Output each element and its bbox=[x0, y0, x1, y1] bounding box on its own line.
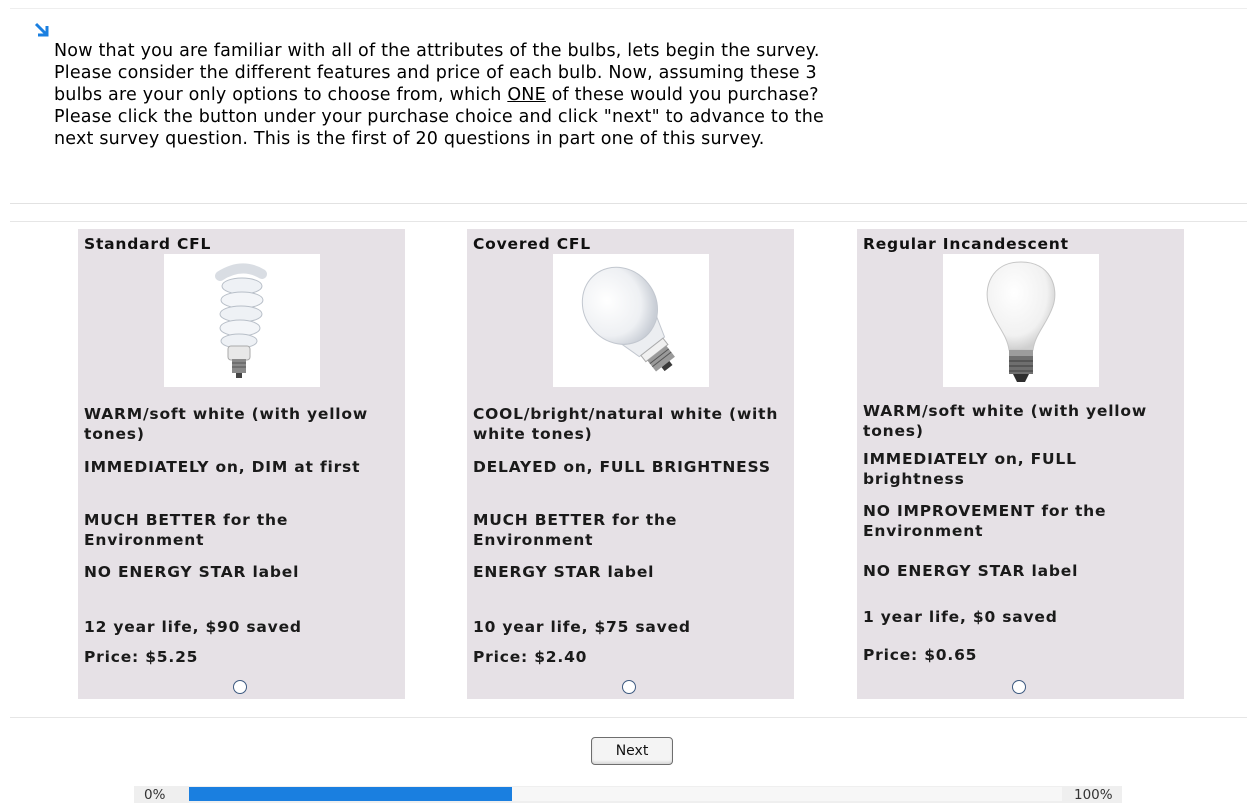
attribute-price: Price: $2.40 bbox=[473, 648, 588, 666]
option-card-regular-incandescent: Regular Incandescent WARM/soft white (wi… bbox=[857, 229, 1184, 699]
question-line-5: next survey question. This is the first … bbox=[54, 129, 765, 149]
attribute-energy-star: NO ENERGY STAR label bbox=[84, 563, 300, 581]
attribute-startup: IMMEDIATELY on, FULL brightness bbox=[863, 450, 1077, 488]
incandescent-bulb-icon bbox=[986, 261, 1056, 382]
covered-cfl-bulb-image bbox=[553, 254, 709, 387]
progress-end-label: 100% bbox=[1074, 787, 1113, 803]
option-card-covered-cfl: Covered CFL COOL/bright/natural white (w… bbox=[467, 229, 794, 699]
question-line-3: bulbs are your only options to choose fr… bbox=[54, 84, 1234, 106]
spiral-cfl-bulb-icon bbox=[215, 263, 267, 378]
attribute-startup: IMMEDIATELY on, DIM at first bbox=[84, 458, 361, 476]
covered-cfl-bulb-icon bbox=[581, 266, 675, 372]
question-line-3-end: of these would you purchase? bbox=[545, 85, 819, 105]
attribute-color: WARM/soft white (with yellow tones) bbox=[84, 405, 368, 443]
down-right-arrow-icon bbox=[34, 22, 49, 37]
incandescent-bulb-image bbox=[943, 254, 1099, 387]
emphasis-one: ONE bbox=[507, 85, 546, 105]
divider bbox=[10, 221, 1247, 222]
select-covered-cfl-radio[interactable] bbox=[622, 680, 636, 694]
select-standard-cfl-radio[interactable] bbox=[233, 680, 247, 694]
attribute-environment: NO IMPROVEMENT for the Environment bbox=[863, 502, 1107, 540]
select-regular-incandescent-radio[interactable] bbox=[1012, 680, 1026, 694]
attribute-life: 10 year life, $75 saved bbox=[473, 618, 691, 636]
attribute-price: Price: $0.65 bbox=[863, 646, 978, 664]
next-button[interactable]: Next bbox=[591, 737, 673, 765]
question-line-2: Please consider the different features a… bbox=[54, 63, 817, 83]
attribute-color: WARM/soft white (with yellow tones) bbox=[863, 402, 1147, 440]
spiral-cfl-bulb-image bbox=[164, 254, 320, 387]
attribute-environment: MUCH BETTER for the Environment bbox=[473, 511, 678, 549]
attribute-environment: MUCH BETTER for the Environment bbox=[84, 511, 289, 549]
attribute-color: COOL/bright/natural white (with white to… bbox=[473, 405, 779, 443]
attribute-startup: DELAYED on, FULL BRIGHTNESS bbox=[473, 458, 771, 476]
progress-bar: 0% 100% bbox=[134, 786, 1122, 803]
progress-fill bbox=[189, 787, 512, 801]
option-title: Standard CFL bbox=[84, 235, 212, 253]
attribute-energy-star: ENERGY STAR label bbox=[473, 563, 655, 581]
progress-track bbox=[189, 787, 1062, 801]
divider bbox=[10, 717, 1247, 718]
attribute-energy-star: NO ENERGY STAR label bbox=[863, 562, 1079, 580]
option-title: Covered CFL bbox=[473, 235, 591, 253]
question-line-4: Please click the button under your purch… bbox=[54, 107, 824, 127]
attribute-price: Price: $5.25 bbox=[84, 648, 199, 666]
question-line-3-start: bulbs are your only options to choose fr… bbox=[54, 85, 508, 105]
question-text: Now that you are familiar with all of th… bbox=[54, 40, 1234, 150]
option-card-standard-cfl: Standard CFL WARM/soft white (with yello… bbox=[78, 229, 405, 699]
option-title: Regular Incandescent bbox=[863, 235, 1069, 253]
progress-start-label: 0% bbox=[144, 787, 166, 803]
attribute-life: 1 year life, $0 saved bbox=[863, 608, 1058, 626]
question-line-1: Now that you are familiar with all of th… bbox=[54, 41, 820, 61]
attribute-life: 12 year life, $90 saved bbox=[84, 618, 302, 636]
